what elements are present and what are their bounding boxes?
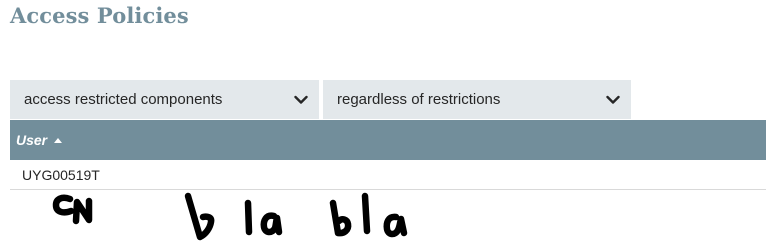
- page-title: Access Policies: [10, 3, 189, 28]
- table-row[interactable]: UYG00519T: [10, 160, 766, 190]
- user-cell: UYG00519T: [22, 166, 100, 183]
- column-header-label: User: [16, 132, 48, 148]
- chevron-down-icon: [605, 92, 621, 108]
- resource-select[interactable]: regardless of restrictions: [323, 80, 631, 119]
- action-select[interactable]: access restricted components: [10, 80, 319, 119]
- action-select-value: access restricted components: [24, 91, 223, 108]
- chevron-down-icon: [293, 92, 309, 108]
- column-header-user[interactable]: User: [16, 132, 63, 148]
- sort-ascending-icon: [54, 138, 63, 143]
- resource-select-value: regardless of restrictions: [337, 91, 501, 108]
- table-header: User: [10, 120, 766, 160]
- handwritten-annotation: [52, 192, 408, 241]
